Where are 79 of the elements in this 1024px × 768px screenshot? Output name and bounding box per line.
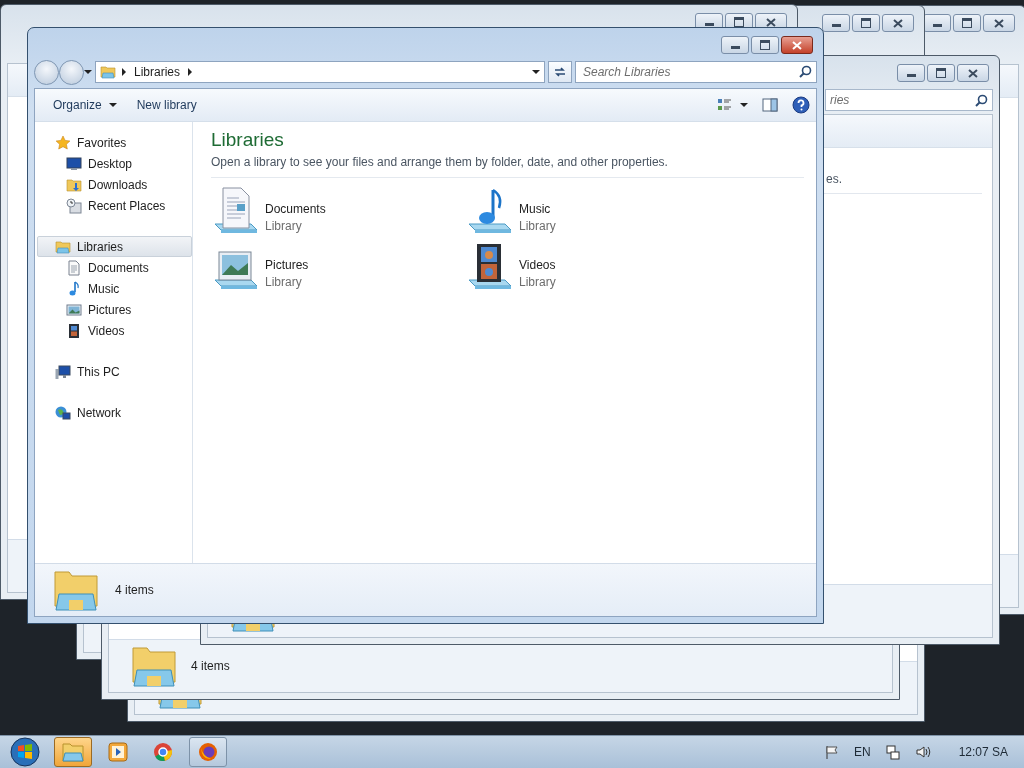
refresh-button[interactable] [548, 61, 572, 83]
windows-logo [10, 737, 40, 767]
close-button[interactable] [983, 14, 1015, 32]
nav-item[interactable]: Favorites [37, 132, 192, 153]
close-icon [994, 18, 1004, 28]
maximize-button[interactable] [852, 14, 880, 32]
folder-icon [66, 176, 82, 193]
start-button[interactable] [8, 737, 42, 767]
subtitle-text: es. [826, 172, 842, 186]
browser-icon [198, 742, 218, 762]
help-icon [792, 96, 810, 114]
close-icon [792, 40, 802, 50]
close-icon [968, 68, 978, 78]
item-count: 4 items [191, 659, 230, 673]
flag-icon[interactable] [823, 744, 840, 760]
folder-icon [53, 568, 99, 612]
close-icon [893, 18, 903, 28]
taskbar-app[interactable] [189, 737, 227, 767]
minimize-button[interactable] [923, 14, 951, 32]
nav-item[interactable]: Desktop [37, 153, 192, 174]
help-button[interactable] [792, 96, 810, 114]
computer-icon [55, 363, 71, 380]
close-button[interactable] [781, 36, 813, 54]
library-item[interactable]: Pictures Library [211, 242, 465, 292]
star-icon [55, 134, 71, 151]
minimize-button[interactable] [897, 64, 925, 82]
search-icon [799, 65, 812, 78]
maximize-button[interactable] [953, 14, 981, 32]
nav-item[interactable]: Network [37, 402, 192, 423]
toolbar-button[interactable]: New library [130, 94, 203, 116]
library-item[interactable]: Documents Library [211, 186, 465, 236]
search-placeholder: ries [830, 93, 850, 107]
description-text: Open a library to see your files and arrange them by folder, date, and other properties. [211, 155, 668, 169]
item-count: 4 items [115, 583, 154, 597]
nav-item[interactable]: Videos [37, 320, 192, 341]
preview-pane-button[interactable] [762, 98, 778, 112]
clock-icon [66, 197, 82, 214]
search-icon [975, 93, 988, 107]
page-title: Libraries [211, 128, 285, 152]
toolbar-button[interactable]: Organize [47, 94, 123, 116]
minimize-button[interactable] [822, 14, 850, 32]
address-bar[interactable]: Libraries [95, 61, 545, 83]
search-field[interactable]: Search Libraries [575, 61, 817, 83]
monitor-icon [66, 155, 82, 172]
view-options-button[interactable] [717, 98, 748, 112]
minimize-button[interactable] [721, 36, 749, 54]
close-button[interactable] [957, 64, 989, 82]
maximize-button[interactable] [751, 36, 779, 54]
folder-icon [62, 742, 84, 762]
browser-icon [153, 742, 173, 762]
close-button[interactable] [882, 14, 914, 32]
clock[interactable]: 12:07 SA [958, 745, 1008, 759]
nav-item[interactable]: Downloads [37, 174, 192, 195]
view-icon [717, 98, 733, 112]
pane-icon [762, 98, 778, 112]
search-field[interactable]: ries [825, 89, 993, 111]
nav-item[interactable]: Libraries [37, 236, 192, 257]
language-indicator[interactable]: EN [853, 745, 871, 759]
network-icon[interactable] [884, 744, 901, 760]
nav-item[interactable]: Documents [37, 257, 192, 278]
film-icon [66, 322, 82, 339]
library-icon [100, 64, 116, 80]
taskbar-app[interactable] [54, 737, 92, 767]
nav-item[interactable]: Music [37, 278, 192, 299]
document-icon [66, 259, 82, 276]
volume-icon[interactable] [914, 744, 931, 760]
nav-item[interactable]: This PC [37, 361, 192, 382]
library-item[interactable]: Videos Library [465, 242, 719, 292]
nav-item[interactable]: Pictures [37, 299, 192, 320]
refresh-icon [553, 66, 567, 78]
media-player-icon [108, 742, 128, 762]
nav-item[interactable]: Recent Places [37, 195, 192, 216]
library-item[interactable]: Music Library [465, 186, 719, 236]
network-icon [55, 404, 71, 421]
maximize-button[interactable] [927, 64, 955, 82]
library-icon [55, 238, 71, 255]
folder-icon [131, 644, 177, 688]
close-icon [766, 17, 776, 27]
picture-icon [66, 301, 82, 318]
